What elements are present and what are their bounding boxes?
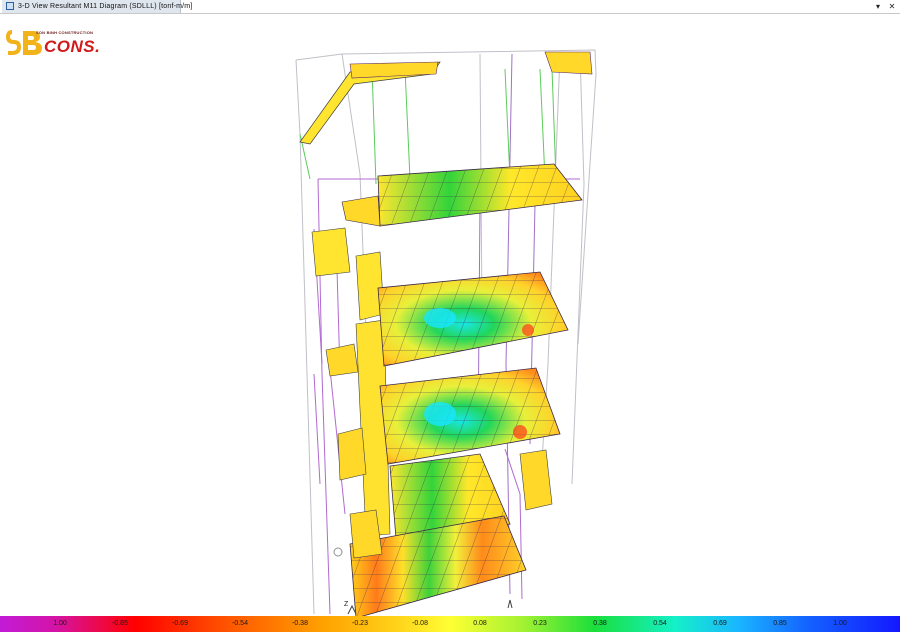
legend-tick: 0.54 xyxy=(653,620,667,627)
legend-tick: 0.38 xyxy=(593,620,607,627)
legend-tick: -0.08 xyxy=(412,620,428,627)
legend-tick: 1.00 xyxy=(53,620,67,627)
legend-tick: 0.85 xyxy=(773,620,787,627)
joint-marker-icon xyxy=(333,547,343,557)
legend-gradient-bar xyxy=(0,616,900,632)
legend-tick: -0.23 xyxy=(352,620,368,627)
legend-tick: -0.38 xyxy=(292,620,308,627)
legend-tick: -0.54 xyxy=(232,620,248,627)
floor-slab-3 xyxy=(377,271,569,367)
legend-tick: -0.69 xyxy=(172,620,188,627)
model-3d-viewport[interactable] xyxy=(0,14,900,616)
legend-tick: 0.69 xyxy=(713,620,727,627)
close-icon[interactable]: ✕ xyxy=(886,0,898,13)
window-menu-dropdown-icon[interactable]: ▾ xyxy=(872,0,884,13)
view-tab[interactable]: 3-D View Resultant M11 Diagram (SDLLL) [… xyxy=(2,0,192,13)
color-legend: 1.00 -0.85 -0.69 -0.54 -0.38 -0.23 -0.08… xyxy=(0,616,900,632)
support-marker-icon xyxy=(507,599,513,609)
3d-view-icon xyxy=(6,2,14,10)
floor-slab-2 xyxy=(379,367,561,465)
legend-tick: -0.85 xyxy=(112,620,128,627)
window-titlebar: 3-D View Resultant M11 Diagram (SDLLL) [… xyxy=(0,0,900,14)
legend-tick: 1.00 xyxy=(833,620,847,627)
legend-tick: 0.08 xyxy=(473,620,487,627)
legend-tick: 0.23 xyxy=(533,620,547,627)
z-axis-label: Z xyxy=(344,601,349,608)
window-title: 3-D View Resultant M11 Diagram (SDLLL) [… xyxy=(18,3,193,10)
floor-slab-4 xyxy=(341,163,583,227)
